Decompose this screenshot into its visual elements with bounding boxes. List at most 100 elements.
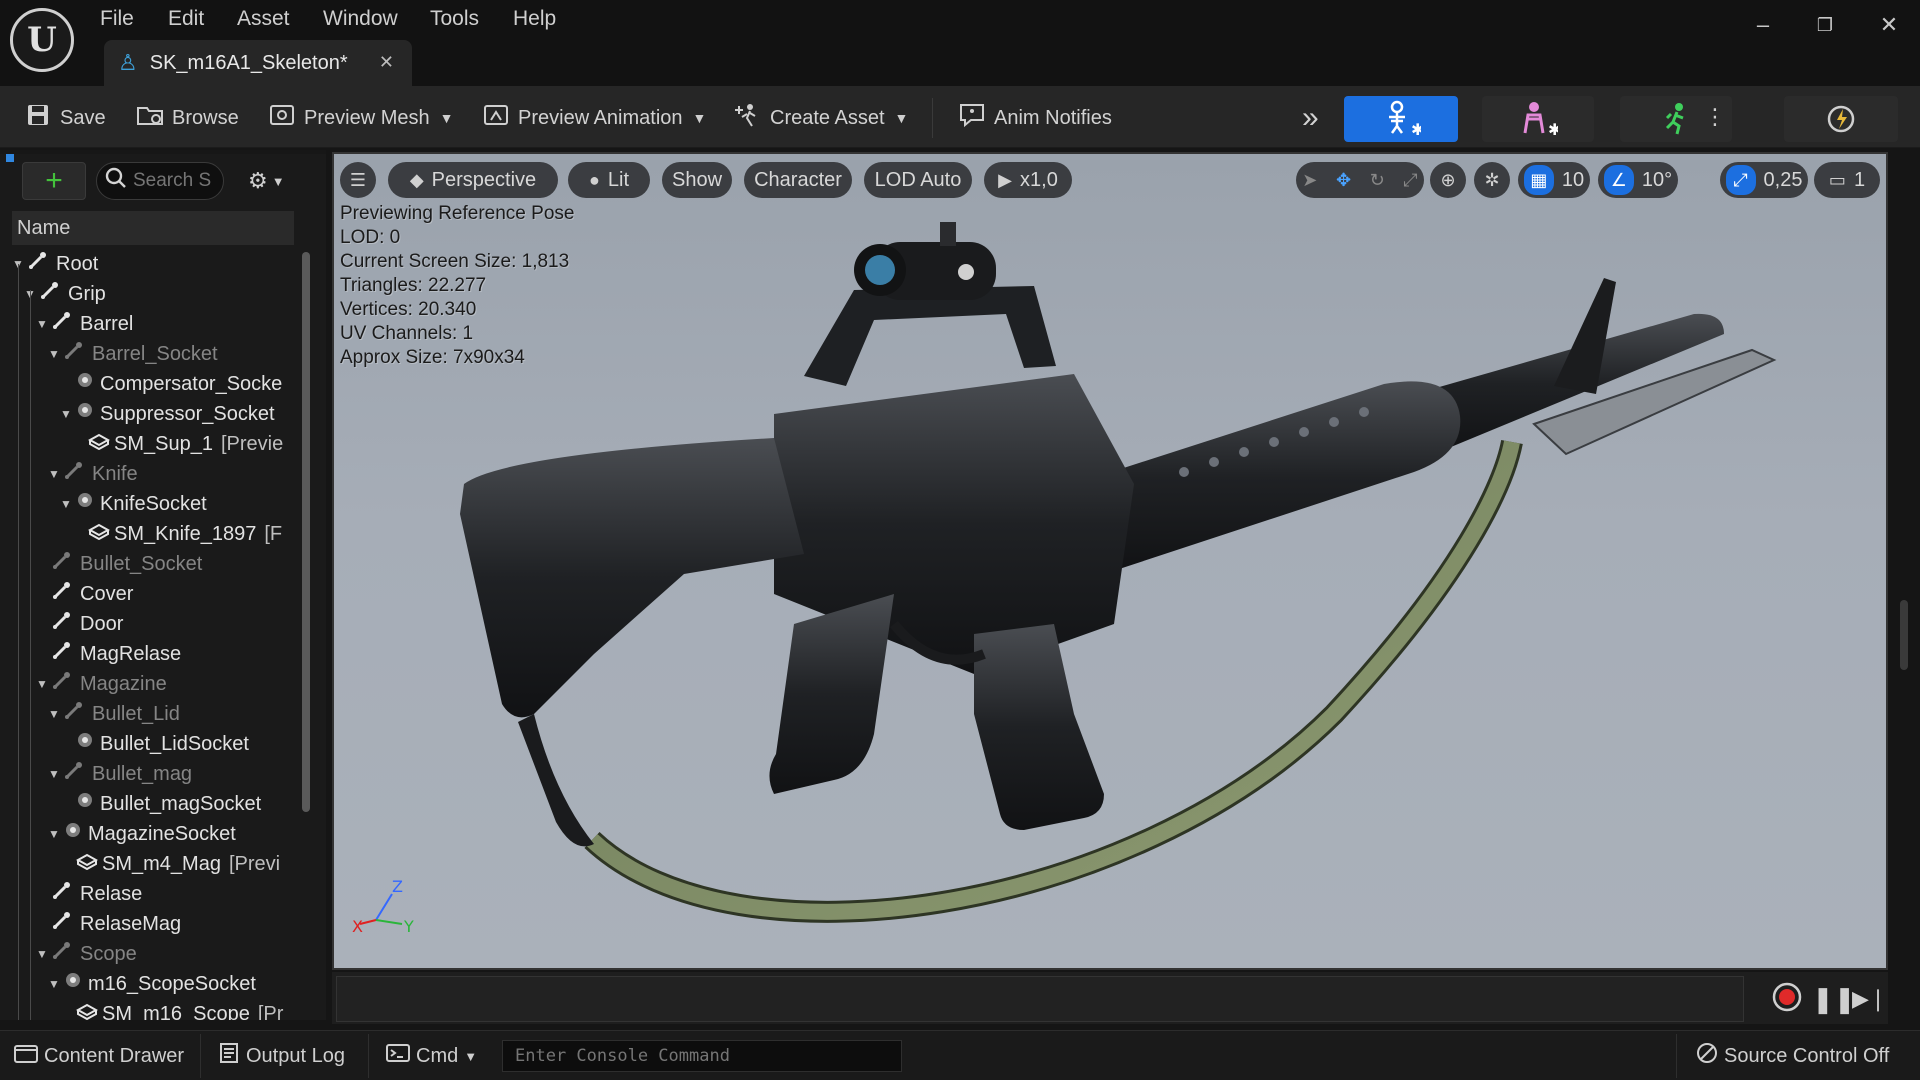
tree-item-preview-tag: [F	[264, 523, 283, 545]
source-control-button[interactable]: Source Control Off	[1696, 1038, 1889, 1074]
pause-button[interactable]: ❚❚	[1812, 982, 1856, 1016]
menu-window[interactable]: Window	[323, 4, 398, 34]
menu-tools[interactable]: Tools	[430, 4, 479, 34]
menu-help[interactable]: Help	[513, 4, 556, 34]
tree-item[interactable]: ▼ m16_ScopeSocket	[46, 970, 256, 998]
expand-arrow-icon[interactable]: ▼	[34, 940, 50, 968]
animation-mode-button[interactable]: ⋮	[1620, 96, 1732, 142]
physics-mode-button[interactable]	[1784, 96, 1898, 142]
socket-icon	[64, 820, 82, 848]
output-log-button[interactable]: Output Log	[218, 1038, 345, 1074]
tree-guide-line	[18, 264, 19, 1020]
toolbar-overflow-button[interactable]: »	[1302, 98, 1319, 138]
preview-animation-label: Preview Animation	[518, 106, 683, 129]
tree-item[interactable]: Relase	[34, 880, 142, 908]
name-column-header[interactable]: Name	[12, 211, 294, 245]
preview-viewport[interactable]: ☰ ◆ Perspective ● Lit Show Character LOD A…	[332, 152, 1888, 970]
skeleton-mode-button[interactable]: ✱	[1344, 96, 1458, 142]
tree-item[interactable]: ▼ Bullet_mag	[46, 760, 192, 788]
tree-item[interactable]: ▼ Barrel_Socket	[46, 340, 218, 368]
tree-item[interactable]: Bullet_LidSocket	[58, 730, 249, 758]
search-field[interactable]	[96, 162, 224, 200]
preview-mesh-dropdown[interactable]: Preview Mesh ▼	[268, 98, 453, 138]
tree-item[interactable]: ▼ KnifeSocket	[58, 490, 207, 518]
record-button[interactable]	[1770, 982, 1804, 1016]
y-axis-label: Y	[403, 917, 414, 936]
close-tab-icon[interactable]: ✕	[379, 52, 394, 73]
chevron-down-icon: ▼	[692, 110, 707, 126]
browse-label: Browse	[172, 106, 239, 129]
tree-item[interactable]: Compersator_Socke	[58, 370, 282, 398]
expand-arrow-icon[interactable]: ▼	[58, 490, 74, 518]
tree-item[interactable]: ▼ Knife	[46, 460, 138, 488]
tree-item[interactable]: ▼Grip	[22, 280, 106, 308]
anim-notifies-label: Anim Notifies	[994, 106, 1112, 129]
create-asset-dropdown[interactable]: Create Asset ▼	[734, 98, 908, 138]
browse-button[interactable]: Browse	[136, 98, 239, 138]
restore-button[interactable]: ❐	[1800, 6, 1850, 44]
menu-asset[interactable]: Asset	[237, 4, 290, 34]
rifle-preview-mesh[interactable]	[334, 154, 1886, 968]
close-window-button[interactable]: ✕	[1864, 6, 1914, 44]
search-input[interactable]	[133, 170, 213, 192]
tree-item[interactable]: ▼ Suppressor_Socket	[58, 400, 275, 428]
tree-item[interactable]: SM_m4_Mag [Previ	[58, 850, 280, 878]
tree-item[interactable]: MagRelase	[34, 640, 181, 668]
expand-arrow-icon[interactable]: ▼	[46, 340, 62, 368]
tree-item-label: Bullet_Socket	[80, 553, 203, 575]
tree-item-label: Magazine	[80, 673, 167, 695]
cmd-dropdown[interactable]: Cmd ▼	[386, 1038, 477, 1074]
expand-arrow-icon[interactable]: ▼	[58, 400, 74, 428]
expand-arrow-icon[interactable]: ▼	[46, 460, 62, 488]
tree-item[interactable]: SM_m16_Scope [Pr	[58, 1000, 283, 1020]
static-mesh-icon	[75, 1000, 99, 1020]
content-drawer-button[interactable]: Content Drawer	[14, 1038, 184, 1074]
expand-arrow-icon[interactable]: ▼	[46, 820, 62, 848]
minimize-button[interactable]: –	[1738, 6, 1788, 44]
expand-arrow-icon[interactable]: ▼	[46, 970, 62, 998]
tree-item-label: Grip	[68, 283, 106, 305]
preview-mesh-icon	[268, 103, 296, 133]
tree-item[interactable]: Bullet_Socket	[34, 550, 202, 578]
tree-item[interactable]: ▼ Scope	[34, 940, 137, 968]
mesh-mode-button[interactable]: ✱	[1482, 96, 1594, 142]
tree-item[interactable]: ▼ MagazineSocket	[46, 820, 236, 848]
expand-arrow-icon[interactable]: ▼	[34, 310, 50, 338]
document-tab[interactable]: ♙ SK_m16A1_Skeleton* ✕	[104, 40, 412, 86]
tree-settings-dropdown[interactable]: ⚙ ▼	[240, 162, 302, 200]
tree-item[interactable]: SM_Sup_1 [Previe	[70, 430, 283, 458]
menu-file[interactable]: File	[100, 4, 134, 34]
bone-icon	[52, 910, 72, 939]
tree-item[interactable]: ▼ Barrel	[34, 310, 133, 338]
tree-item[interactable]: Door	[34, 610, 123, 638]
expand-arrow-icon[interactable]: ▼	[34, 670, 50, 698]
menu-edit[interactable]: Edit	[168, 4, 204, 34]
tree-item[interactable]: RelaseMag	[34, 910, 181, 938]
expand-arrow-icon[interactable]: ▼	[46, 760, 62, 788]
gear-icon: ⚙	[248, 168, 268, 193]
tree-item[interactable]: ▼Root	[10, 250, 98, 278]
console-command-input[interactable]	[502, 1040, 902, 1072]
statusbar-divider	[200, 1034, 201, 1078]
right-panel-scrollbar[interactable]	[1900, 600, 1908, 670]
panel-focus-indicator	[6, 154, 14, 162]
save-button[interactable]: Save	[24, 98, 106, 138]
tree-scrollbar[interactable]	[302, 252, 310, 812]
tree-item[interactable]: ▼ Bullet_Lid	[46, 700, 180, 728]
timeline-track[interactable]	[336, 976, 1744, 1022]
tree-item[interactable]: ▼ Magazine	[34, 670, 167, 698]
step-forward-button[interactable]: ▶❘	[1852, 982, 1887, 1016]
preview-animation-dropdown[interactable]: Preview Animation ▼	[482, 98, 706, 138]
anim-notifies-button[interactable]: Anim Notifies	[958, 98, 1112, 138]
add-button[interactable]: +	[22, 162, 86, 200]
tree-item[interactable]: Bullet_magSocket	[58, 790, 261, 818]
more-options-icon[interactable]: ⋮	[1704, 104, 1726, 130]
tree-item[interactable]: Cover	[34, 580, 133, 608]
physics-bolt-icon	[1827, 105, 1855, 133]
anim-notifies-icon	[958, 102, 986, 134]
unreal-logo-icon[interactable]: U	[10, 8, 74, 72]
expand-arrow-icon[interactable]: ▼	[46, 700, 62, 728]
bone-icon	[64, 460, 84, 489]
tree-item[interactable]: SM_Knife_1897 [F	[70, 520, 282, 548]
tree-item-label: m16_ScopeSocket	[88, 973, 256, 995]
